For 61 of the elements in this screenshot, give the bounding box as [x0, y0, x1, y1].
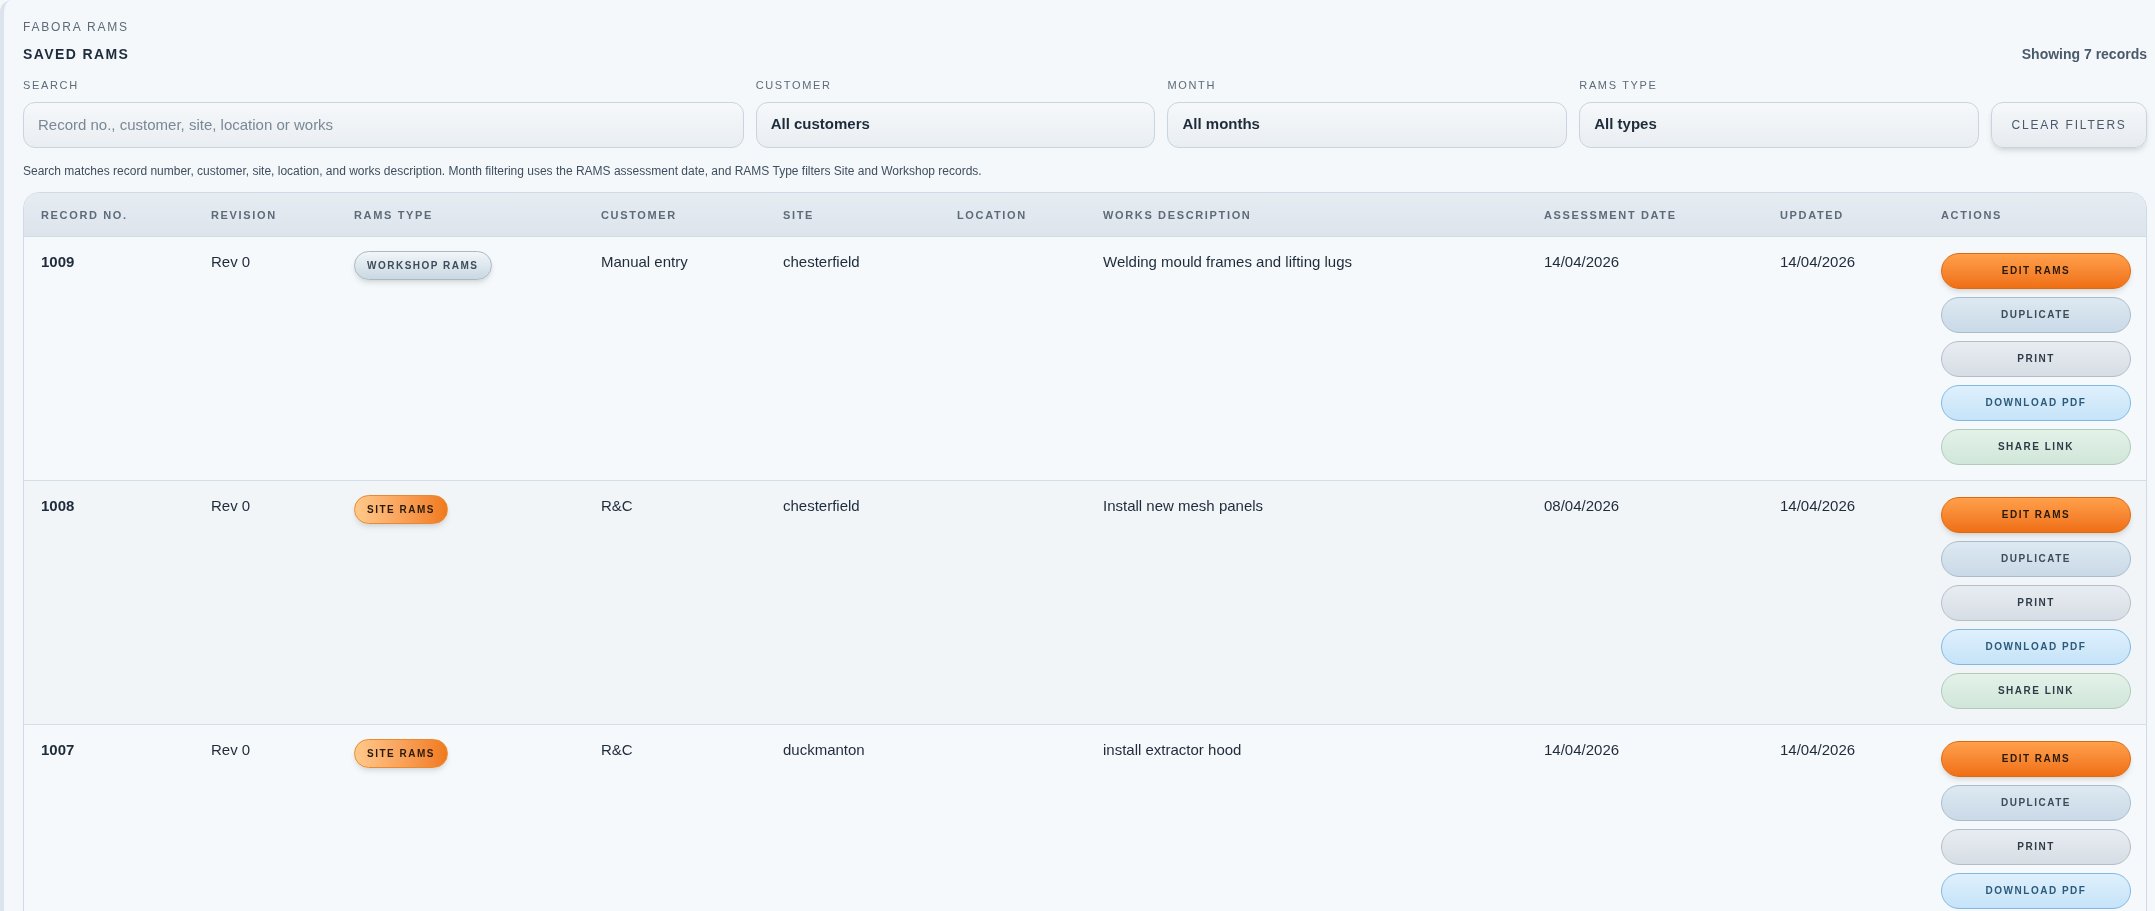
- table-cell: Rev 0: [211, 252, 251, 270]
- rams-type-badge: WORKSHOP RAMS: [354, 250, 492, 280]
- app-eyebrow: FABORA RAMS: [23, 19, 130, 36]
- table-cell: 14/04/2026: [1780, 496, 1856, 514]
- record-number: 1008: [41, 496, 75, 514]
- table-cell: Install new mesh panels: [1103, 496, 1264, 514]
- action-button[interactable]: DUPLICATE: [1941, 784, 2131, 821]
- action-button[interactable]: EDIT RAMS: [1941, 740, 2131, 777]
- filter-select[interactable]: All customers: [755, 101, 1156, 148]
- column-header: LOCATION: [957, 209, 1027, 221]
- action-button[interactable]: PRINT: [1941, 584, 2131, 621]
- filter-hint: Search matches record number, customer, site, location, and works description. Month filtering uses the RAMS assessment date, and RAMS Type filters Site and Workshop records.: [23, 162, 983, 180]
- table-cell: Welding mould frames and lifting lugs: [1103, 252, 1353, 270]
- action-button[interactable]: PRINT: [1941, 340, 2131, 377]
- table-cell: Rev 0: [211, 740, 251, 758]
- table-cell: R&C: [601, 496, 633, 514]
- clear-filters-button[interactable]: CLEAR FILTERS: [1991, 101, 2147, 148]
- filter-label: MONTH: [1167, 78, 1218, 93]
- column-header: CUSTOMER: [601, 209, 677, 221]
- rams-type-badge: SITE RAMS: [354, 738, 448, 768]
- table-cell: duckmanton: [783, 740, 865, 758]
- table-cell: 14/04/2026: [1780, 252, 1856, 270]
- action-button[interactable]: SHARE LINK: [1941, 428, 2131, 465]
- column-header: WORKS DESCRIPTION: [1103, 209, 1252, 221]
- table-cell: 14/04/2026: [1780, 740, 1856, 758]
- table-cell: 14/04/2026: [1544, 740, 1620, 758]
- record-number: 1009: [41, 252, 75, 270]
- table-cell: chesterfield: [783, 496, 860, 514]
- action-button[interactable]: EDIT RAMS: [1941, 496, 2131, 533]
- table-cell: 08/04/2026: [1544, 496, 1620, 514]
- column-header: ASSESSMENT DATE: [1544, 209, 1677, 221]
- column-header: RAMS TYPE: [354, 209, 434, 221]
- filter-label: CUSTOMER: [755, 78, 833, 93]
- action-button[interactable]: DOWNLOAD PDF: [1941, 872, 2131, 909]
- filter-label: SEARCH: [23, 78, 80, 93]
- action-button[interactable]: DUPLICATE: [1941, 540, 2131, 577]
- action-button[interactable]: DUPLICATE: [1941, 296, 2131, 333]
- filter-select[interactable]: All months: [1167, 101, 1568, 148]
- column-header: UPDATED: [1780, 209, 1844, 221]
- record-count: Showing 7 records: [2021, 45, 2147, 64]
- column-header: ACTIONS: [1941, 209, 2003, 221]
- filter-select[interactable]: All types: [1579, 101, 1980, 148]
- table-cell: Manual entry: [601, 252, 688, 270]
- table-cell: Rev 0: [211, 496, 251, 514]
- filter-label: RAMS TYPE: [1579, 78, 1659, 93]
- record-number: 1007: [41, 740, 75, 758]
- action-button[interactable]: DOWNLOAD PDF: [1941, 628, 2131, 665]
- column-header: RECORD NO.: [41, 209, 128, 221]
- table-cell: chesterfield: [783, 252, 860, 270]
- rams-type-badge: SITE RAMS: [354, 494, 448, 524]
- search-field[interactable]: Record no., customer, site, location or works: [23, 101, 744, 148]
- table-cell: 14/04/2026: [1544, 252, 1620, 270]
- action-button[interactable]: EDIT RAMS: [1941, 252, 2131, 289]
- page-title: SAVED RAMS: [23, 45, 130, 64]
- column-header: SITE: [783, 209, 815, 221]
- action-button[interactable]: PRINT: [1941, 828, 2131, 865]
- table-cell: R&C: [601, 740, 633, 758]
- action-button[interactable]: SHARE LINK: [1941, 672, 2131, 709]
- table-cell: install extractor hood: [1103, 740, 1242, 758]
- column-header: REVISION: [211, 209, 277, 221]
- action-button[interactable]: DOWNLOAD PDF: [1941, 384, 2131, 421]
